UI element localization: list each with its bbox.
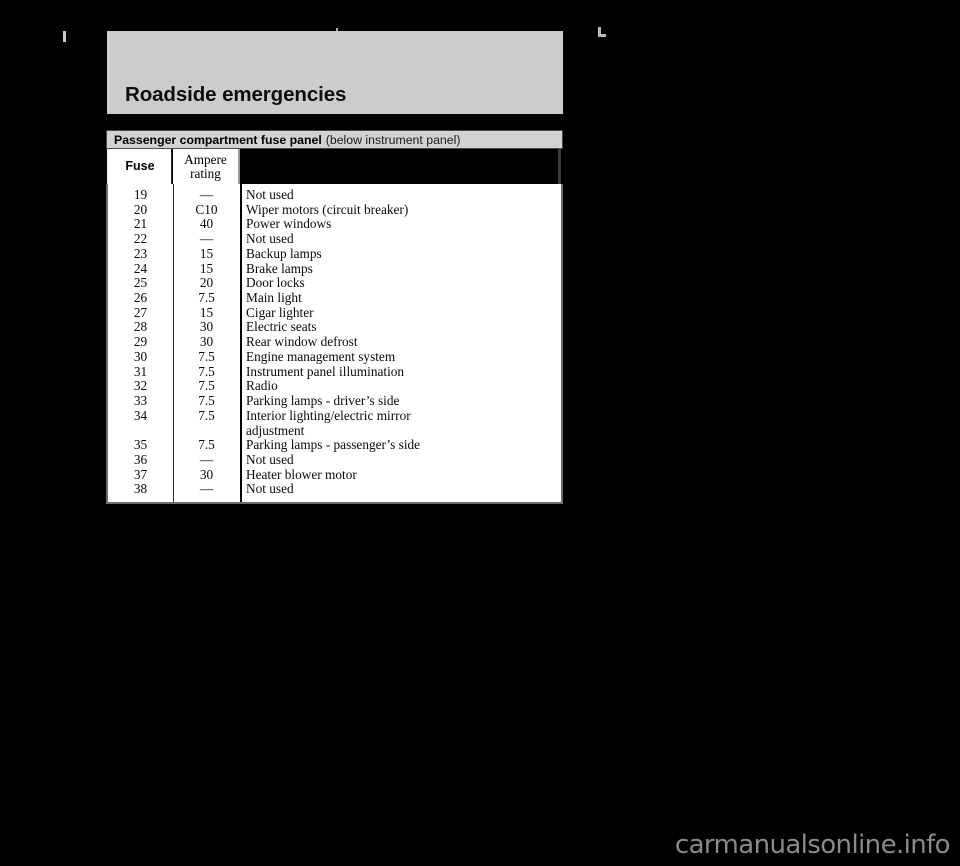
table-row: 267.5Main light (108, 291, 561, 306)
cell-fuse-number: 30 (108, 350, 173, 365)
cell-fuse-number: 23 (108, 247, 173, 262)
table-row: 19—Not used (108, 188, 561, 203)
crop-mark-left-icon (63, 31, 66, 42)
column-header-description (242, 149, 561, 184)
watermark: carmanualsonline.info (675, 830, 950, 860)
cell-ampere-rating: 7.5 (173, 350, 240, 365)
table-row: 2715Cigar lighter (108, 306, 561, 321)
cell-description: Main light (240, 291, 561, 306)
table-row: 38—Not used (108, 482, 561, 497)
cell-fuse-number: 26 (108, 291, 173, 306)
cell-ampere-rating: — (173, 188, 240, 203)
cell-ampere-rating: 7.5 (173, 438, 240, 453)
cell-description: Brake lamps (240, 262, 561, 277)
table-row: 2520Door locks (108, 276, 561, 291)
cell-fuse-number: 35 (108, 438, 173, 453)
table-row: 2930Rear window defrost (108, 335, 561, 350)
column-header-fuse: Fuse (107, 149, 172, 184)
cell-description: Electric seats (240, 320, 561, 335)
table-row: 3730Heater blower motor (108, 468, 561, 483)
table-row: 2315Backup lamps (108, 247, 561, 262)
table-row: 317.5Instrument panel illumination (108, 365, 561, 380)
cell-ampere-rating: C10 (173, 203, 240, 218)
cell-ampere-rating: — (173, 453, 240, 468)
cell-description: Engine management system (240, 350, 561, 365)
cell-fuse-number: 31 (108, 365, 173, 380)
cell-ampere-rating: 30 (173, 335, 240, 350)
table-row: 2140Power windows (108, 217, 561, 232)
cell-ampere-rating: 30 (173, 320, 240, 335)
cell-ampere-rating: 15 (173, 306, 240, 321)
cell-fuse-number: 24 (108, 262, 173, 277)
table-row: 307.5Engine management system (108, 350, 561, 365)
cell-fuse-number: 29 (108, 335, 173, 350)
table-row: 347.5Interior lighting/electric mirror a… (108, 409, 561, 438)
cell-description: Not used (240, 482, 561, 497)
cell-fuse-number: 27 (108, 306, 173, 321)
cell-description: Door locks (240, 276, 561, 291)
cell-ampere-rating: 20 (173, 276, 240, 291)
cell-ampere-rating: 7.5 (173, 394, 240, 409)
cell-fuse-number: 22 (108, 232, 173, 247)
fuse-panel-title: Passenger compartment fuse panel (114, 133, 322, 147)
cell-description: Wiper motors (circuit breaker) (240, 203, 561, 218)
cell-fuse-number: 36 (108, 453, 173, 468)
table-body: 19—Not used20C10Wiper motors (circuit br… (106, 184, 563, 504)
cell-description: Radio (240, 379, 561, 394)
table-row: 337.5Parking lamps - driver’s side (108, 394, 561, 409)
column-separator-2 (240, 184, 242, 502)
cell-description: Power windows (240, 217, 561, 232)
cell-ampere-rating: 7.5 (173, 379, 240, 394)
cell-description: Rear window defrost (240, 335, 561, 350)
crop-mark-right-horizontal-icon (598, 34, 606, 37)
fuse-panel-title-bar: Passenger compartment fuse panel (below … (106, 130, 563, 149)
page-title: Roadside emergencies (125, 83, 346, 107)
cell-fuse-number: 32 (108, 379, 173, 394)
table-row: 357.5Parking lamps - passenger’s side (108, 438, 561, 453)
cell-ampere-rating: 7.5 (173, 365, 240, 380)
table-row: 36—Not used (108, 453, 561, 468)
cell-fuse-number: 28 (108, 320, 173, 335)
cell-description: Not used (240, 188, 561, 203)
cell-description: Instrument panel illumination (240, 365, 561, 380)
cell-fuse-number: 21 (108, 217, 173, 232)
cell-description: Interior lighting/electric mirror adjust… (240, 409, 561, 438)
scan-artifact-sliver (558, 149, 561, 184)
cell-ampere-rating: 15 (173, 262, 240, 277)
cell-description: Not used (240, 453, 561, 468)
cell-description: Cigar lighter (240, 306, 561, 321)
cell-ampere-rating: 30 (173, 468, 240, 483)
column-separator-1 (173, 184, 174, 502)
table-row: 2415Brake lamps (108, 262, 561, 277)
cell-description: Parking lamps - driver’s side (240, 394, 561, 409)
cell-fuse-number: 25 (108, 276, 173, 291)
table-row: 22—Not used (108, 232, 561, 247)
cell-description: Parking lamps - passenger’s side (240, 438, 561, 453)
cell-description: Not used (240, 232, 561, 247)
cell-fuse-number: 34 (108, 409, 173, 424)
cell-ampere-rating: 40 (173, 217, 240, 232)
scanned-page: Roadside emergencies Passenger compartme… (0, 0, 960, 866)
table-header-row: Fuse Ampere rating (106, 149, 563, 184)
cell-fuse-number: 33 (108, 394, 173, 409)
fuse-panel-table: Passenger compartment fuse panel (below … (106, 130, 563, 504)
table-row: 2830Electric seats (108, 320, 561, 335)
cell-ampere-rating: 7.5 (173, 409, 240, 424)
cell-ampere-rating: 15 (173, 247, 240, 262)
table-rows: 19—Not used20C10Wiper motors (circuit br… (108, 188, 561, 497)
cell-ampere-rating: — (173, 232, 240, 247)
cell-description: Heater blower motor (240, 468, 561, 483)
fuse-panel-subtitle: (below instrument panel) (326, 133, 461, 147)
cell-description: Backup lamps (240, 247, 561, 262)
cell-ampere-rating: — (173, 482, 240, 497)
table-row: 327.5Radio (108, 379, 561, 394)
table-row: 20C10Wiper motors (circuit breaker) (108, 203, 561, 218)
cell-fuse-number: 20 (108, 203, 173, 218)
column-header-ampere-rating: Ampere rating (173, 149, 240, 184)
cell-fuse-number: 19 (108, 188, 173, 203)
cell-fuse-number: 37 (108, 468, 173, 483)
cell-ampere-rating: 7.5 (173, 291, 240, 306)
cell-fuse-number: 38 (108, 482, 173, 497)
chapter-banner: Roadside emergencies (107, 31, 563, 114)
